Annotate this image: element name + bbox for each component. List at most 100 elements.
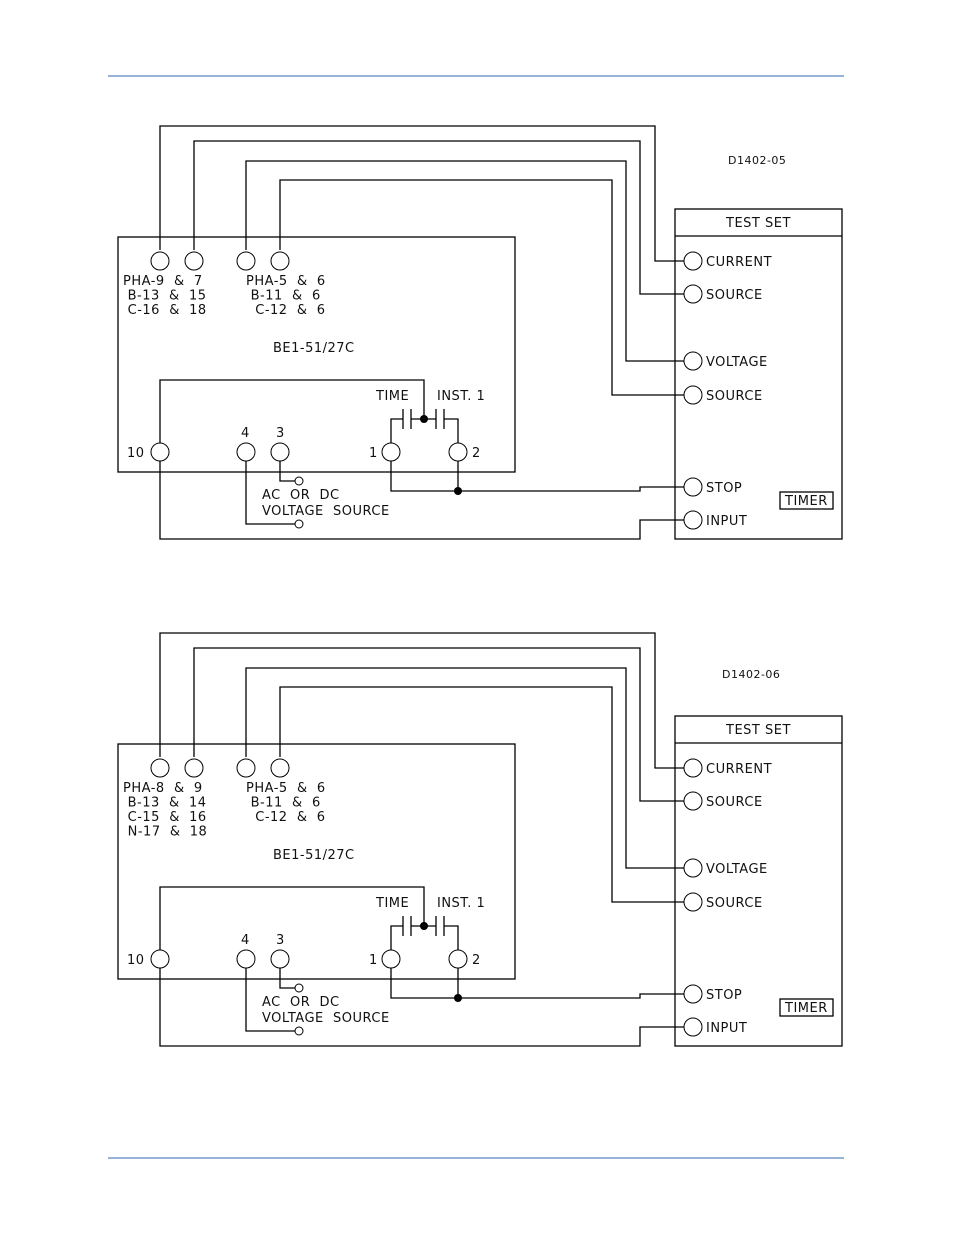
- wire-current: [159, 125, 684, 262]
- current-terminal-label: C-16 & 18: [123, 303, 207, 318]
- source-label: AC OR DC: [262, 995, 340, 1010]
- timer-label: TIMER: [784, 1001, 828, 1016]
- test-set-terminal-label: VOLTAGE: [706, 862, 768, 877]
- test-set-terminal-label: INPUT: [706, 1021, 747, 1036]
- wire-voltage-source: [279, 179, 684, 396]
- current-terminal-label: C-15 & 16: [123, 810, 207, 825]
- source-label: VOLTAGE SOURCE: [262, 504, 390, 519]
- inst-contact-label: INST. 1: [437, 389, 485, 404]
- inst-contact-right: [444, 925, 459, 950]
- relay-terminal-top: [270, 758, 290, 778]
- relay-terminal-1: [381, 442, 401, 462]
- terminal-number-label: 4: [241, 933, 250, 948]
- relay-terminal-4: [236, 949, 256, 969]
- source-terminal: [294, 1026, 304, 1036]
- test-set-terminal-label: STOP: [706, 481, 742, 496]
- relay-model-label: BE1-51/27C: [273, 341, 355, 356]
- relay-terminal-top: [150, 758, 170, 778]
- test-set-terminal-label: SOURCE: [706, 389, 763, 404]
- inst-contact-right: [444, 418, 459, 443]
- terminal-number-label: 1: [369, 953, 378, 968]
- current-terminal-label: N-17 & 18: [123, 825, 207, 840]
- time-contact-label: TIME: [375, 389, 409, 404]
- wire-stop: [390, 461, 684, 492]
- relay-terminal-3: [270, 949, 290, 969]
- drawing-id: D1402-06: [722, 668, 780, 681]
- wire-term3-source: [279, 968, 295, 989]
- wire-input: [159, 461, 684, 540]
- relay-terminal-top: [270, 251, 290, 271]
- relay-terminal-1: [381, 949, 401, 969]
- voltage-terminal-label: PHA-5 & 6: [246, 781, 326, 796]
- test-set-title: TEST SET: [725, 216, 791, 231]
- relay-terminal-top: [236, 251, 256, 271]
- current-terminal-label: PHA-8 & 9: [123, 781, 203, 796]
- drawing-id: D1402-05: [728, 154, 786, 167]
- terminal-number-label: 10: [127, 953, 145, 968]
- relay-terminal-3: [270, 442, 290, 462]
- wire-term3-source: [279, 461, 295, 482]
- test-set-terminal-label: INPUT: [706, 514, 747, 529]
- terminal-number-label: 3: [276, 426, 285, 441]
- voltage-terminal-label: B-11 & 6: [246, 289, 321, 304]
- test-set-terminal: [683, 251, 703, 271]
- wire-voltage-source: [279, 686, 684, 903]
- relay-terminal-top: [236, 758, 256, 778]
- test-set-terminal: [683, 984, 703, 1004]
- wire-current: [159, 632, 684, 769]
- wiring-diagrams: D1402-05 PHA-9 & 7 B-13 & 15 C-16 & 18 PHA…: [117, 125, 843, 1047]
- terminal-number-label: 4: [241, 426, 250, 441]
- terminal-number-label: 10: [127, 446, 145, 461]
- relay-terminal-2: [448, 949, 468, 969]
- junction-dot: [420, 922, 428, 930]
- current-terminal-label: B-13 & 15: [123, 289, 207, 304]
- relay-terminal-top: [150, 251, 170, 271]
- wire-stop: [390, 968, 684, 999]
- source-label: VOLTAGE SOURCE: [262, 1011, 390, 1026]
- source-terminal: [294, 519, 304, 529]
- time-contact-label: TIME: [375, 896, 409, 911]
- voltage-terminal-label: B-11 & 6: [246, 796, 321, 811]
- test-set-terminal-label: CURRENT: [706, 255, 772, 270]
- terminal-number-label: 2: [472, 446, 481, 461]
- wiring-diagram-1: D1402-05 PHA-9 & 7 B-13 & 15 C-16 & 18 PHA…: [117, 125, 843, 540]
- terminal-number-label: 1: [369, 446, 378, 461]
- test-set-terminal: [683, 351, 703, 371]
- test-set-terminal: [683, 385, 703, 405]
- relay-terminal-2: [448, 442, 468, 462]
- voltage-terminal-label: C-12 & 6: [246, 810, 326, 825]
- voltage-terminal-label: C-12 & 6: [246, 303, 326, 318]
- test-set-terminal: [683, 858, 703, 878]
- test-set-terminal: [683, 758, 703, 778]
- test-set-terminal: [683, 791, 703, 811]
- wiring-diagram-2: D1402-06 PHA-8 & 9 B-13 & 14 C-15 & 16 N-…: [117, 632, 843, 1047]
- current-terminal-label: PHA-9 & 7: [123, 274, 203, 289]
- test-set-terminal-label: SOURCE: [706, 795, 763, 810]
- wire-input: [159, 968, 684, 1047]
- test-set-terminal: [683, 510, 703, 530]
- relay-terminal-top: [184, 251, 204, 271]
- source-terminal: [294, 983, 304, 993]
- source-label: AC OR DC: [262, 488, 340, 503]
- wire-current-source: [193, 140, 684, 295]
- timer-label: TIMER: [784, 494, 828, 509]
- wire-voltage: [245, 160, 684, 362]
- terminal-number-label: 2: [472, 953, 481, 968]
- test-set-terminal: [683, 477, 703, 497]
- test-set-terminal: [683, 892, 703, 912]
- test-set-terminal: [683, 284, 703, 304]
- time-contact-left: [390, 418, 403, 443]
- test-set-terminal-label: SOURCE: [706, 288, 763, 303]
- inst-contact-label: INST. 1: [437, 896, 485, 911]
- relay-terminal-10: [150, 949, 170, 969]
- voltage-terminal-label: PHA-5 & 6: [246, 274, 326, 289]
- relay-model-label: BE1-51/27C: [273, 848, 355, 863]
- test-set-terminal-label: STOP: [706, 988, 742, 1003]
- current-terminal-label: B-13 & 14: [123, 796, 207, 811]
- test-set-terminal: [683, 1017, 703, 1037]
- terminal-number-label: 3: [276, 933, 285, 948]
- relay-terminal-4: [236, 442, 256, 462]
- test-set-title: TEST SET: [725, 723, 791, 738]
- source-terminal: [294, 476, 304, 486]
- test-set-terminal-label: SOURCE: [706, 896, 763, 911]
